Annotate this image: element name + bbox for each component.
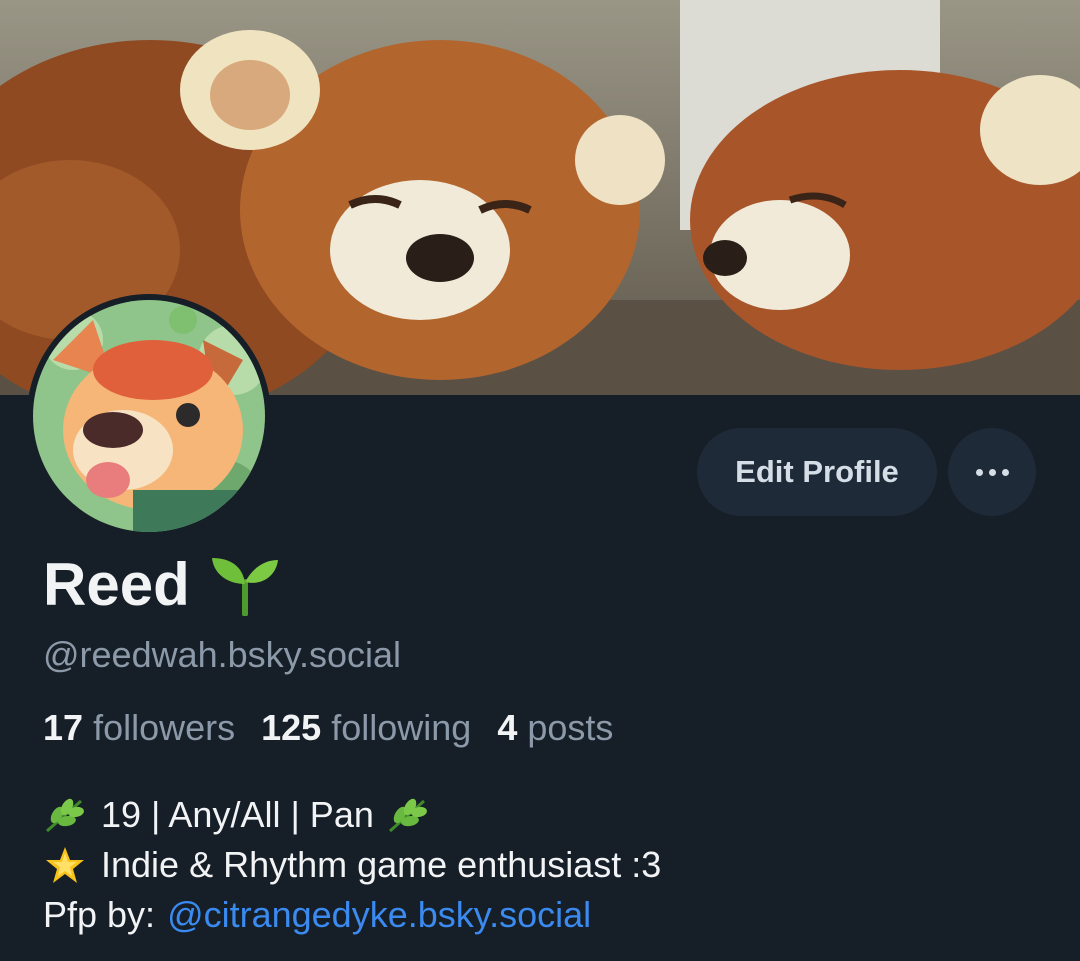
fox-character-icon	[33, 300, 265, 532]
posts-stat: 4 posts	[497, 707, 613, 748]
following-label: following	[331, 707, 472, 748]
bio-line-1: 19 | Any/All | Pan	[43, 790, 661, 840]
profile-bio: 19 | Any/All | Pan Indie & Rhythm game e…	[43, 790, 661, 940]
posts-count: 4	[497, 707, 518, 748]
ellipsis-icon	[975, 468, 1009, 476]
more-options-button[interactable]	[948, 428, 1036, 516]
pfp-credit-link[interactable]: @citrangedyke.bsky.social	[167, 890, 591, 940]
edit-profile-label: Edit Profile	[735, 454, 899, 489]
posts-label: posts	[527, 707, 614, 748]
following-stat[interactable]: 125 following	[261, 707, 471, 748]
avatar[interactable]	[27, 294, 271, 538]
herb-icon	[388, 798, 427, 833]
herb-icon	[46, 798, 84, 833]
pfp-credit-label: Pfp by:	[43, 894, 156, 935]
bio-line-3: Pfp by: @citrangedyke.bsky.social	[43, 890, 661, 940]
display-name-row: Reed	[43, 550, 280, 619]
avatar-image	[33, 300, 265, 532]
display-name: Reed	[43, 551, 190, 618]
bio-line-1-text: 19 | Any/All | Pan	[101, 794, 374, 835]
seedling-icon	[211, 557, 278, 616]
edit-profile-button[interactable]: Edit Profile	[697, 428, 937, 516]
followers-count: 17	[43, 707, 84, 748]
handle: @reedwah.bsky.social	[43, 634, 402, 675]
followers-label: followers	[93, 707, 236, 748]
bio-line-2: Indie & Rhythm game enthusiast :3	[43, 840, 661, 890]
glowing-star-icon	[46, 847, 84, 883]
profile-stats: 17 followers 125 following 4 posts	[43, 707, 613, 749]
following-count: 125	[261, 707, 322, 748]
bio-line-2-text: Indie & Rhythm game enthusiast :3	[101, 844, 662, 885]
followers-stat[interactable]: 17 followers	[43, 707, 235, 748]
